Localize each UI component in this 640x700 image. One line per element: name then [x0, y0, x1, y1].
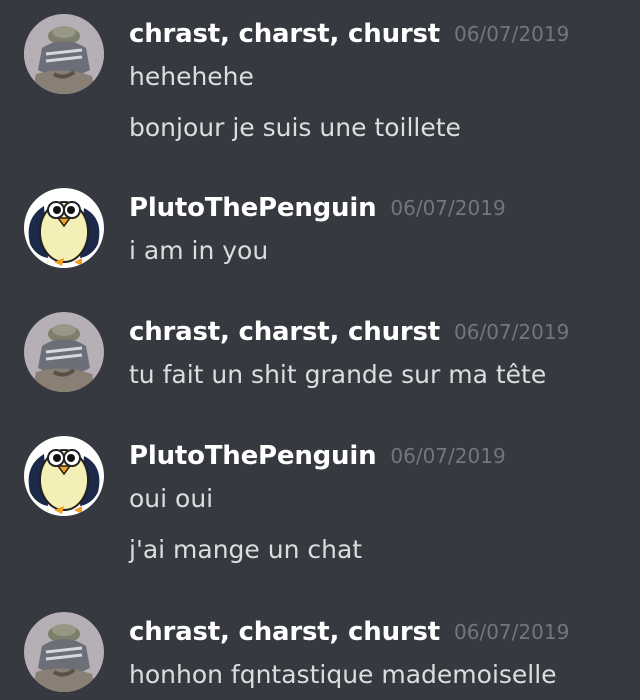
message-text: i am in you	[129, 236, 269, 265]
message-text: hehehehe	[129, 62, 254, 91]
username[interactable]: PlutoThePenguin	[129, 193, 377, 223]
gray-knit-hat-avatar-icon	[24, 14, 104, 94]
username[interactable]: chrast, charst, churst	[129, 617, 440, 647]
avatar[interactable]	[24, 312, 104, 392]
avatar[interactable]	[24, 188, 104, 268]
gray-knit-hat-avatar-icon	[24, 612, 104, 692]
message-text: honhon fqntastique mademoiselle	[129, 660, 557, 689]
timestamp: 06/07/2019	[390, 444, 506, 468]
timestamp: 06/07/2019	[454, 620, 570, 644]
penguin-avatar-icon	[24, 188, 104, 268]
timestamp: 06/07/2019	[454, 320, 570, 344]
avatar[interactable]	[24, 14, 104, 94]
avatar[interactable]	[24, 612, 104, 692]
username[interactable]: PlutoThePenguin	[129, 441, 377, 471]
timestamp: 06/07/2019	[454, 22, 570, 46]
username[interactable]: chrast, charst, churst	[129, 19, 440, 49]
message-header: chrast, charst, churst 06/07/2019	[129, 312, 569, 352]
message-text: j'ai mange un chat	[129, 535, 363, 564]
penguin-avatar-icon	[24, 436, 104, 516]
timestamp: 06/07/2019	[390, 196, 506, 220]
message-header: chrast, charst, churst 06/07/2019	[129, 14, 569, 54]
message-text: oui oui	[129, 484, 214, 513]
message-text: bonjour je suis une toillete	[129, 113, 461, 142]
message-text: tu fait un shit grande sur ma tête	[129, 360, 547, 389]
gray-knit-hat-avatar-icon	[24, 312, 104, 392]
username[interactable]: chrast, charst, churst	[129, 317, 440, 347]
message-header: PlutoThePenguin 06/07/2019	[129, 188, 506, 228]
chat-message-list[interactable]: chrast, charst, churst 06/07/2019 heheheh…	[0, 0, 640, 700]
avatar[interactable]	[24, 436, 104, 516]
message-header: PlutoThePenguin 06/07/2019	[129, 436, 506, 476]
message-header: chrast, charst, churst 06/07/2019	[129, 612, 569, 652]
